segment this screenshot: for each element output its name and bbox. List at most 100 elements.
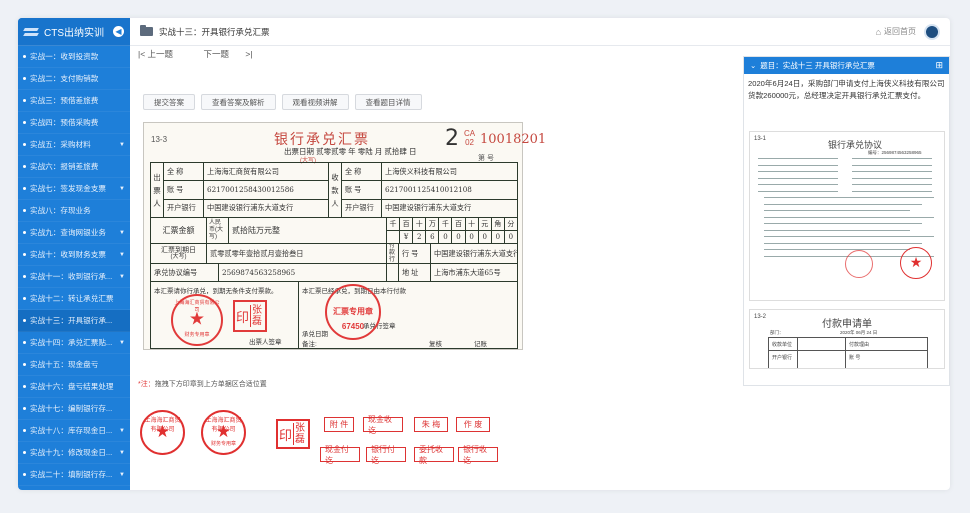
agreement-no: 2569874563258965 xyxy=(219,264,387,281)
sidebar-item[interactable]: 实战二：支付购销款 xyxy=(18,68,130,90)
sidebar-title: CTS出纳实训 xyxy=(44,28,104,39)
chevron-down-icon: ▼ xyxy=(119,229,125,236)
avatar[interactable] xyxy=(924,23,940,40)
acceptance-agreement-doc[interactable]: 13-1 银行承兑协议 编号：2569874563258965 ★ xyxy=(749,131,945,301)
sidebar-item-label: 实战六：报销差旅费 xyxy=(30,162,99,171)
chevron-down-icon: ▼ xyxy=(119,339,125,346)
text-line xyxy=(764,203,922,205)
text-line xyxy=(852,177,932,179)
text-line xyxy=(852,184,932,185)
sidebar-item-label: 实战七：签发现金支票 xyxy=(30,184,106,193)
digit-header: 千 xyxy=(439,218,453,230)
bullet-icon xyxy=(23,165,26,168)
home-link[interactable]: ⌂ 返回首页 xyxy=(876,26,916,37)
sidebar-item-label: 实战四：预借采购费 xyxy=(30,118,99,127)
sidebar-item-label: 实战九：查询网银业务 xyxy=(30,228,106,237)
digit-value: 2 xyxy=(413,231,427,243)
sidebar-item[interactable]: 实战十二：转让承兑汇票 xyxy=(18,288,130,310)
next-question-link[interactable]: 下一题 >| xyxy=(203,49,252,59)
sidebar-item[interactable]: 实战八：存现业务 xyxy=(18,200,130,222)
bullet-icon xyxy=(23,253,26,256)
question-panel: ⌄ 题目：实战十三 开具银行承兑汇票 ⊞ 2020年6月24日，采购部门申请支付… xyxy=(743,56,950,386)
prev-question-link[interactable]: |< 上一题 xyxy=(138,49,187,59)
text-line xyxy=(764,210,910,211)
company-seal-stamp[interactable]: 上海海汇商贸有限公司 ★ xyxy=(140,410,185,455)
drawer-label: 出票人 xyxy=(151,163,164,217)
cash-received-stamp[interactable]: 现金收讫 xyxy=(363,415,403,435)
person-seal-stamp[interactable]: 印 张磊 xyxy=(276,419,310,449)
view-answer-button[interactable]: 查看答案及解析 xyxy=(201,94,276,110)
submit-answer-button[interactable]: 提交答案 xyxy=(143,94,195,110)
sidebar-item-label: 实战十一：收到银行承... xyxy=(30,272,113,281)
sidebar-item-label: 实战十六：盘亏结果处理 xyxy=(30,382,114,391)
sidebar-item[interactable]: 实战十八：库存现金日... ▼ xyxy=(18,420,130,442)
sidebar-item-label: 实战五：采购材料 xyxy=(30,140,91,149)
draft-ca: CA 02 xyxy=(464,129,476,147)
sidebar-item[interactable]: 实战四：预借采购费 xyxy=(18,112,130,134)
sidebar-item[interactable]: 实战五：采购材料 ▼ xyxy=(18,134,130,156)
attachment-stamp[interactable]: 附 件 xyxy=(324,417,354,432)
bank-acceptance-draft[interactable]: 13-3 银行承兑汇票 2 CA 02 10018201 出票日期 贰零贰零 年 … xyxy=(143,122,546,350)
sidebar-item[interactable]: 实战十九：修改现金日... ▼ xyxy=(18,442,130,464)
finance-seal-stamp[interactable]: 上海海汇商贸有限公司 ★ 财务专用章 xyxy=(201,410,246,455)
digit-value: 0 xyxy=(452,231,466,243)
digit-value: 0 xyxy=(466,231,479,243)
due-label: 汇票到期日 (大写) xyxy=(151,244,207,263)
digit-header: 十 xyxy=(466,218,479,230)
digit-value: 0 xyxy=(508,233,514,241)
app-window: CTS出纳实训 ◀ 实战一：收到投资款 实战二：支付购销款 实战三：预借差旅费实战四… xyxy=(18,18,950,490)
sidebar-item-label: 实战二十：填制银行存... xyxy=(30,470,113,479)
chevron-down-icon: ▼ xyxy=(119,141,125,148)
chevron-down-icon: ▼ xyxy=(119,471,125,478)
collection-stamp[interactable]: 委托收款 xyxy=(414,445,454,465)
sidebar-item[interactable]: 实战二十：填制银行存... ▼ xyxy=(18,464,130,486)
sidebar-item-label: 实战八：存现业务 xyxy=(30,206,91,215)
view-details-button[interactable]: 查看题目详情 xyxy=(354,94,422,110)
sidebar-item[interactable]: 实战十四：承兑汇票贴... ▼ xyxy=(18,332,130,354)
cash-paid-stamp[interactable]: 现金付讫 xyxy=(320,445,360,465)
sidebar-item-label: 实战十：收到财务支票 xyxy=(30,250,106,259)
bank-received-stamp[interactable]: 银行收讫 xyxy=(458,445,498,465)
sidebar-item[interactable]: 实战十一：收到银行承... ▼ xyxy=(18,266,130,288)
agreement-seal-icon: ★ xyxy=(900,247,932,279)
text-line xyxy=(758,177,838,179)
text-line xyxy=(764,197,934,198)
watch-video-button[interactable]: 观看视频讲解 xyxy=(281,94,349,110)
digit-header: 百 xyxy=(452,218,466,230)
sidebar-item[interactable]: 实战十七：编制银行存... xyxy=(18,398,130,420)
bank-paid-stamp[interactable]: 银行付讫 xyxy=(366,445,406,465)
sidebar: CTS出纳实训 ◀ 实战一：收到投资款 实战二：支付购销款 实战三：预借差旅费实战四… xyxy=(18,18,130,490)
sidebar-item[interactable]: 实战七：签发现金支票 ▼ xyxy=(18,178,130,200)
agreement-label: 承兑协议编号 xyxy=(151,264,219,281)
sidebar-item[interactable]: 实战九：查询网银业务 ▼ xyxy=(18,222,130,244)
sidebar-item[interactable]: 实战三：预借差旅费 xyxy=(18,90,130,112)
bullet-icon xyxy=(23,319,26,322)
sidebar-item[interactable]: 实战十：收到财务支票 ▼ xyxy=(18,244,130,266)
bullet-icon xyxy=(23,77,26,80)
sidebar-item[interactable]: 我的实操记录 xyxy=(18,486,130,490)
bank-seal: 汇票专用章 67450 xyxy=(325,284,381,340)
sidebar-item[interactable]: 实战十六：盘亏结果处理 xyxy=(18,376,130,398)
zhu-mei-stamp[interactable]: 朱 梅 xyxy=(414,417,448,432)
agreement-bank-seal-icon xyxy=(845,250,873,278)
chevron-down-icon: ▼ xyxy=(119,427,125,434)
top-bar: 实战十三：开具银行承兑汇票 ⌂ 返回首页 xyxy=(130,18,950,46)
sidebar-item[interactable]: 实战十五：现金盘亏 xyxy=(18,354,130,376)
panel-header: ⌄ 题目：实战十三 开具银行承兑汇票 ⊞ xyxy=(744,57,949,74)
accept-note-box: 本汇票已经承兑，到期日由本行付款 承兑行签章 承兑日期 备注: 复核 记账 汇票… xyxy=(299,282,517,349)
sidebar-item[interactable]: 实战十三：开具银行承... xyxy=(18,310,130,332)
payment-request-doc[interactable]: 13-2 付款申请单 部门： 2020年 06月 24 日 收款单位 开户银行 … xyxy=(749,309,945,369)
chevron-down-icon[interactable]: ⌄ xyxy=(750,61,756,70)
sidebar-item[interactable]: 实战一：收到投资款 xyxy=(18,46,130,68)
bullet-icon xyxy=(23,473,26,476)
expand-icon[interactable]: ⊞ xyxy=(935,60,943,71)
void-stamp[interactable]: 作 废 xyxy=(456,417,490,432)
sidebar-item[interactable]: 实战六：报销差旅费 xyxy=(18,156,130,178)
text-line xyxy=(764,229,910,231)
pay-bank-label: 付款行 xyxy=(387,244,399,263)
digit-header: 分 xyxy=(507,221,515,228)
due-date: 贰零贰零年壹拾贰月壹拾叁日 xyxy=(207,244,387,263)
bullet-icon xyxy=(23,363,26,366)
collapse-icon[interactable]: ◀ xyxy=(113,26,124,37)
amount-text: 贰拾陆万元整 xyxy=(229,218,387,243)
